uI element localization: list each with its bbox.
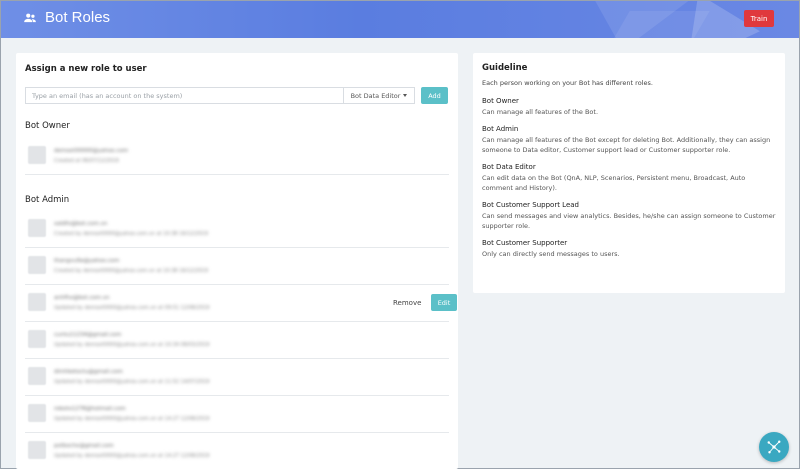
assign-title: Assign a new role to user — [25, 64, 147, 74]
member-email: xaldfx@bot.com.vn — [54, 221, 108, 227]
admin-section-title: Bot Admin — [25, 195, 70, 205]
avatar — [28, 330, 46, 348]
guideline-role: Bot Owner Can manage all features of the… — [482, 97, 776, 117]
guideline-role-name: Bot Customer Supporter — [482, 239, 568, 247]
member-meta: Updated by demoxt0000@yahoo.com.vn at 14… — [54, 453, 210, 459]
guideline-card: Guideline Each person working on your Bo… — [473, 53, 785, 293]
guideline-role-desc: Only can directly send messages to users… — [482, 250, 620, 258]
admin-member-row: robotx1278@hotmail.com Updated by demoxt… — [25, 397, 449, 433]
divider — [25, 432, 449, 433]
avatar — [28, 146, 46, 164]
guideline-role-name: Bot Customer Support Lead — [482, 201, 579, 209]
guideline-role-desc: Can edit data on the Bot (QnA, NLP, Scen… — [482, 174, 746, 192]
member-meta: Created at 06/07/12/2019 — [54, 158, 119, 164]
member-email: cuntu11234@gmail.com — [54, 332, 122, 338]
admin-member-row: pxtbxchx@gmail.com Updated by demoxt0000… — [25, 434, 449, 469]
member-email: robotx1278@hotmail.com — [54, 406, 126, 412]
avatar — [28, 293, 46, 311]
member-meta: Created by demoxt0000@yahoo.com.vn at 10… — [54, 231, 208, 237]
guideline-role: Bot Customer Support Lead Can send messa… — [482, 201, 776, 231]
guideline-role-desc: Can manage all features of the Bot excep… — [482, 136, 771, 154]
admin-member-row: dimhketoctu@gmail.com Updated by demoxt0… — [25, 360, 449, 396]
avatar — [28, 404, 46, 422]
roles-card: Assign a new role to user Bot Data Edito… — [16, 53, 458, 469]
guideline-role-desc: Can send messages and view analytics. Be… — [482, 212, 776, 230]
member-meta: Updated by demoxt0000@yahoo.com.vn at 09… — [54, 305, 210, 311]
guideline-role-desc: Can manage all features of the Bot. — [482, 108, 599, 116]
add-button[interactable]: Add — [421, 87, 448, 104]
avatar — [28, 367, 46, 385]
divider — [25, 284, 449, 285]
admin-member-row-hovered: anhfhx@bot.com.vn Updated by demoxt0000@… — [25, 286, 457, 322]
guideline-role-name: Bot Owner — [482, 97, 519, 105]
member-meta: Updated by demoxt0000@yahoo.com.vn at 11… — [54, 379, 210, 385]
role-select-value: Bot Data Editor — [350, 91, 401, 100]
member-email: anhfhx@bot.com.vn — [54, 295, 110, 301]
guideline-role: Bot Data Editor Can edit data on the Bot… — [482, 163, 776, 193]
avatar — [28, 256, 46, 274]
edit-button[interactable]: Edit — [431, 294, 457, 311]
page-header: Bot Roles Train — [1, 1, 799, 38]
role-select[interactable]: Bot Data Editor — [343, 87, 415, 104]
divider — [25, 174, 449, 175]
divider — [25, 247, 449, 248]
member-meta: Updated by demoxt0000@yahoo.com.vn at 10… — [54, 342, 210, 348]
email-input[interactable] — [25, 87, 343, 104]
chat-fab[interactable] — [759, 432, 789, 462]
admin-member-row: cuntu11234@gmail.com Updated by demoxt00… — [25, 323, 449, 359]
member-email: demoxt00000@yahoo.com — [54, 148, 129, 154]
member-meta: Created by demoxt0000@yahoo.com.vn at 10… — [54, 268, 208, 274]
guideline-role: Bot Customer Supporter Only can directly… — [482, 239, 776, 259]
divider — [25, 321, 449, 322]
guideline-role: Bot Admin Can manage all features of the… — [482, 125, 776, 155]
admin-member-row: xaldfx@bot.com.vn Created by demoxt0000@… — [25, 212, 449, 248]
member-email: pxtbxchx@gmail.com — [54, 443, 114, 449]
train-button[interactable]: Train — [744, 10, 774, 27]
member-email: dimhketoctu@gmail.com — [54, 369, 123, 375]
robot-chat-icon — [767, 440, 781, 454]
owner-member-row: demoxt00000@yahoo.com Created at 06/07/1… — [25, 139, 449, 175]
avatar — [28, 219, 46, 237]
guideline-role-name: Bot Admin — [482, 125, 519, 133]
avatar — [28, 441, 46, 459]
caret-down-icon — [403, 94, 408, 97]
divider — [25, 358, 449, 359]
member-email: thangvu9a@yahoo.com — [54, 258, 120, 264]
remove-button[interactable]: Remove — [393, 299, 421, 307]
admin-member-row: thangvu9a@yahoo.com Created by demoxt000… — [25, 249, 449, 285]
divider — [25, 395, 449, 396]
page-title: Bot Roles — [45, 9, 111, 26]
guideline-intro: Each person working on your Bot has diff… — [482, 79, 653, 87]
guideline-title: Guideline — [482, 63, 528, 73]
owner-section-title: Bot Owner — [25, 121, 70, 131]
title-wrap: Bot Roles — [23, 9, 110, 26]
users-icon — [24, 13, 36, 22]
guideline-role-name: Bot Data Editor — [482, 163, 536, 171]
member-meta: Updated by demoxt0000@yahoo.com.vn at 14… — [54, 416, 210, 422]
